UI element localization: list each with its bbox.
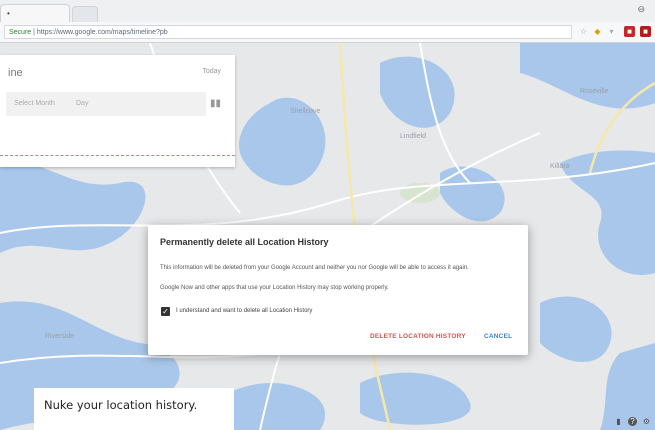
address-bar[interactable]: Secure | https://www.google.com/maps/tim… — [4, 25, 572, 39]
browser-toolbar: Secure | https://www.google.com/maps/tim… — [0, 22, 655, 43]
bookmark-icon[interactable]: ◆ — [592, 26, 603, 37]
delete-location-history-button[interactable]: DELETE LOCATION HISTORY — [370, 333, 466, 340]
cancel-button[interactable]: CANCEL — [484, 333, 512, 340]
date-selector: Select Month Day — [6, 92, 206, 116]
secure-label: Secure — [9, 29, 32, 36]
map-label: Shellcove — [290, 108, 321, 115]
star-icon[interactable]: ☆ — [578, 26, 589, 37]
dialog-warning-text: Google Now and other apps that use your … — [160, 285, 389, 291]
caption-box: Nuke your location history. — [34, 388, 234, 430]
today-link[interactable]: Today — [202, 68, 221, 75]
browser-tab[interactable]: • — [0, 4, 70, 22]
delete-history-dialog: Permanently delete all Location History … — [148, 225, 528, 355]
window-control-icon[interactable]: ⊖ — [637, 4, 645, 15]
day-select[interactable]: Day — [76, 100, 88, 107]
map-label: Lindfield — [400, 133, 427, 140]
map-label: Roseville — [580, 88, 609, 95]
dialog-title: Permanently delete all Location History — [160, 237, 329, 247]
menu-dots-icon[interactable]: ▾ — [606, 26, 617, 37]
tab-title: • — [7, 9, 10, 18]
pegman-icon[interactable]: ▮ — [614, 417, 623, 426]
map-label: Riverside — [45, 333, 75, 340]
map-label: Killara — [550, 163, 570, 170]
new-tab-button[interactable] — [72, 6, 98, 23]
confirm-checkbox[interactable]: ✓ — [161, 307, 170, 316]
month-select[interactable]: Select Month — [14, 100, 55, 107]
extension-red-icon[interactable]: ■ — [624, 26, 635, 37]
bar-chart-icon[interactable]: ▮▮ — [210, 98, 221, 109]
caption-text: Nuke your location history. — [44, 398, 198, 412]
extension-shield-icon[interactable]: ■ — [640, 26, 651, 37]
tab-bar: • ⊖ — [0, 0, 655, 23]
panel-divider — [0, 155, 235, 156]
timeline-panel: ine Today Select Month Day ▮▮ — [0, 55, 235, 167]
confirm-checkbox-label: I understand and want to delete all Loca… — [176, 308, 313, 314]
dialog-text: This information will be deleted from yo… — [160, 265, 469, 271]
panel-title: ine — [8, 67, 23, 79]
url-text: https://www.google.com/maps/timeline?pb — [36, 29, 168, 36]
settings-icon[interactable]: ⚙ — [642, 417, 651, 426]
help-icon[interactable]: ? — [628, 417, 637, 426]
